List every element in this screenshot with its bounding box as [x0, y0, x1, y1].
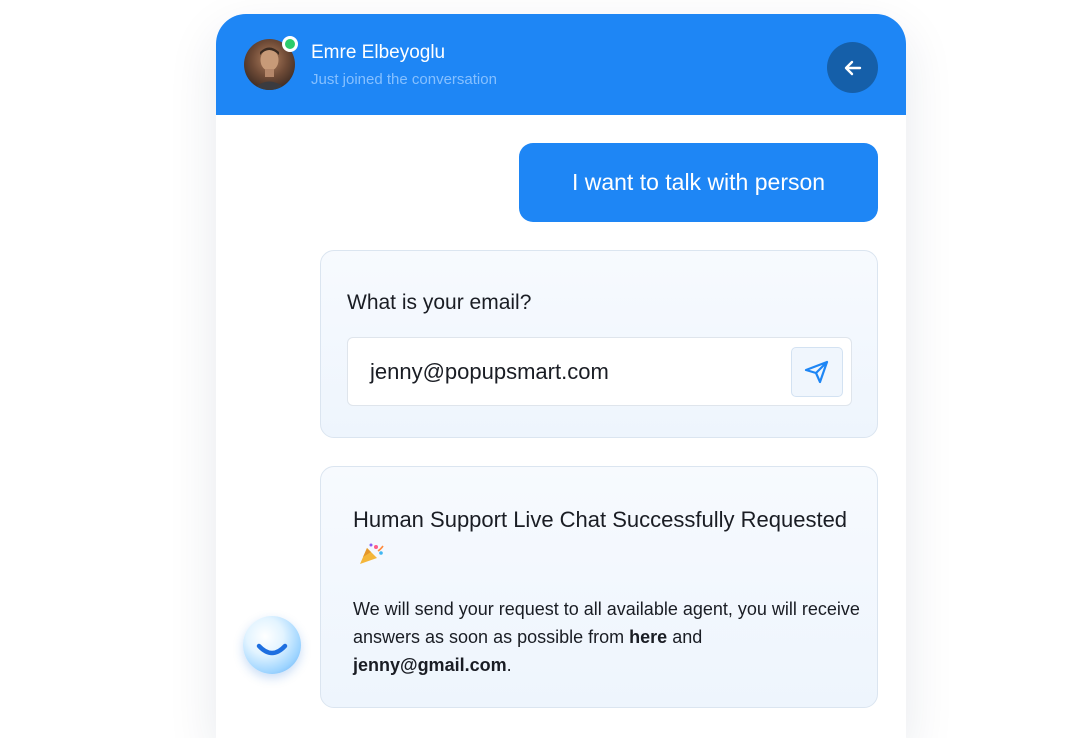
- paper-plane-icon: [804, 360, 829, 384]
- back-button[interactable]: [827, 42, 878, 93]
- send-email-button[interactable]: [791, 347, 843, 397]
- user-message-bubble: I want to talk with person: [519, 143, 878, 222]
- arrow-left-icon: [844, 60, 861, 75]
- party-popper-icon: [360, 543, 384, 564]
- agent-status: Just joined the conversation: [311, 71, 497, 88]
- email-input[interactable]: jenny@popupsmart.com: [347, 337, 852, 406]
- email-question: What is your email?: [347, 291, 532, 314]
- confirmation-body-text: We will send your request to all availab…: [353, 599, 860, 647]
- confirmation-body: We will send your request to all availab…: [353, 595, 863, 679]
- agent-name: Emre Elbeyoglu: [311, 42, 446, 63]
- bot-avatar: [243, 616, 301, 674]
- chat-header: Emre Elbeyoglu Just joined the conversat…: [216, 14, 906, 115]
- confirmation-title: Human Support Live Chat Successfully Req…: [353, 502, 853, 574]
- email-prompt-card: What is your email? jenny@popupsmart.com: [320, 250, 878, 438]
- and-text: and: [672, 627, 703, 647]
- confirmation-card: Human Support Live Chat Successfully Req…: [320, 466, 878, 708]
- confirmation-title-text: Human Support Live Chat Successfully Req…: [353, 507, 848, 532]
- agent-avatar-wrap: [244, 36, 298, 90]
- confirmation-email: jenny@gmail.com: [353, 655, 507, 675]
- user-message-text: I want to talk with person: [571, 169, 826, 195]
- end-punctuation: .: [506, 655, 512, 675]
- smile-icon: [256, 643, 288, 656]
- chat-window: Emre Elbeyoglu Just joined the conversat…: [216, 14, 906, 738]
- email-input-value[interactable]: jenny@popupsmart.com: [370, 338, 609, 405]
- here-link[interactable]: here: [629, 627, 667, 647]
- online-status-dot: [282, 36, 298, 52]
